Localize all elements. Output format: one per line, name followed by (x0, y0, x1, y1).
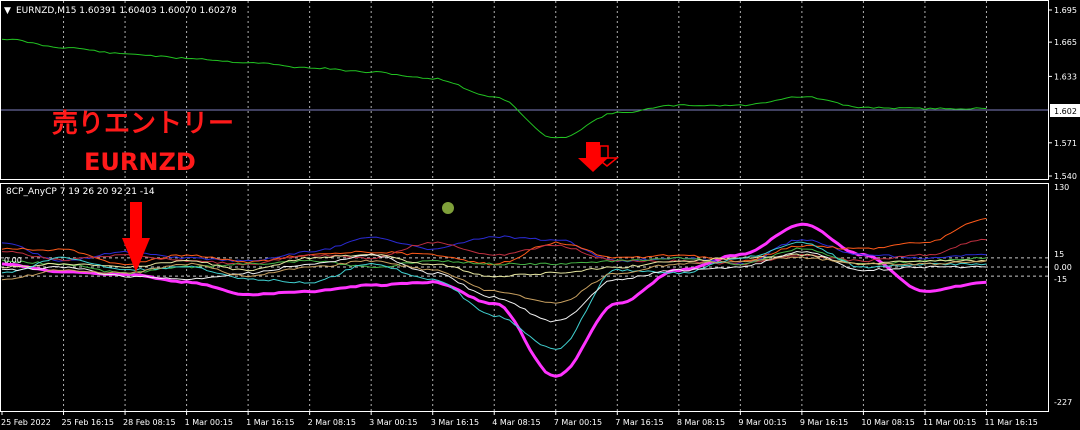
time-label: 4 Mar 08:15 (492, 418, 540, 427)
time-label: 7 Mar 00:15 (554, 418, 602, 427)
time-label: 9 Mar 00:15 (738, 418, 786, 427)
sell-entry-symbol: EURNZD (84, 148, 196, 176)
indicator-scale: 130 15 0.00 -15 -227 (1054, 183, 1072, 407)
signal-dot-icon (442, 202, 454, 214)
indicator-scale-label: 15 (1054, 250, 1064, 259)
time-label: 3 Mar 16:15 (431, 418, 479, 427)
indicator-scale-label: 130 (1054, 183, 1069, 192)
time-label: 2 Mar 08:15 (308, 418, 356, 427)
price-scale: 1.695 1.665 1.633 1.571 1.540 (1048, 6, 1077, 181)
time-label: 25 Feb 16:15 (62, 418, 114, 427)
price-label: 1.540 (1054, 172, 1077, 181)
time-label: 3 Mar 00:15 (369, 418, 417, 427)
price-label: 1.571 (1054, 139, 1077, 148)
price-panel-header: EURNZD,M15 1.60391 1.60403 1.60070 1.602… (16, 6, 237, 16)
time-label: 11 Mar 00:15 (923, 418, 976, 427)
time-label: 1 Mar 00:15 (185, 418, 233, 427)
time-label: 9 Mar 16:15 (800, 418, 848, 427)
time-label: 10 Mar 08:15 (861, 418, 914, 427)
indicator-scale-label: -15 (1054, 275, 1067, 284)
price-label: 1.633 (1054, 72, 1077, 81)
indicator-scale-label: 0.00 (1054, 263, 1072, 272)
price-label: 1.695 (1054, 6, 1077, 15)
time-label: 25 Feb 2022 (1, 418, 51, 427)
current-price-label: 1.602 (1054, 107, 1077, 116)
time-axis: 25 Feb 2022 25 Feb 16:15 28 Feb 08:15 1 Mar… (1, 411, 1038, 427)
indicator-scale-label: -227 (1054, 398, 1072, 407)
indicator-left-level-label: 0.00 (4, 256, 22, 265)
price-label: 1.665 (1054, 38, 1077, 47)
chart-canvas[interactable]: ▼ EURNZD,M15 1.60391 1.60403 1.60070 1.6… (0, 0, 1080, 430)
time-label: 11 Mar 16:15 (984, 418, 1037, 427)
sell-entry-title: 売りエントリー (52, 109, 234, 139)
dropdown-triangle-icon[interactable]: ▼ (4, 6, 11, 16)
indicator-panel-header: 8CP_AnyCP 7 19 26 20 92 21 -14 (6, 187, 155, 197)
time-label: 28 Feb 08:15 (123, 418, 175, 427)
time-label: 7 Mar 16:15 (615, 418, 663, 427)
time-label: 8 Mar 08:15 (677, 418, 725, 427)
time-label: 1 Mar 16:15 (246, 418, 294, 427)
